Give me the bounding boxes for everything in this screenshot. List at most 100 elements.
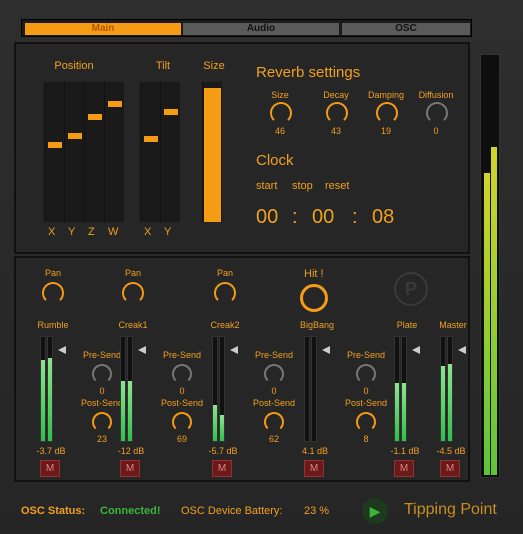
clock-sep-2: : [352,206,358,228]
pan-label: Pan [44,268,61,278]
mute-button[interactable]: M [304,460,324,477]
reverb-knob-label: Diffusion [418,90,454,100]
tab-osc[interactable]: OSC [342,23,470,35]
reverb-knob-label: Decay [323,90,349,100]
slider-thumb[interactable] [108,100,122,107]
tilt-axis-label: Y [164,226,172,238]
clock-start-button[interactable]: start [256,180,277,192]
reverb-knob-damping[interactable] [376,102,398,124]
clock-stop-button[interactable]: stop [292,180,313,192]
pre-send-knob[interactable] [172,364,192,384]
position-slider-y[interactable] [64,82,84,222]
post-send-value: 8 [363,434,369,444]
pre-send-knob[interactable] [264,364,284,384]
pan-knob[interactable] [214,282,236,304]
speaker-icon[interactable]: ▶ [362,498,388,524]
level-fill [220,415,224,441]
level-fill [213,404,217,441]
size-title: Size [203,60,225,72]
fader-handle[interactable] [230,346,238,354]
level-meter [447,336,453,442]
level-meter [212,336,218,442]
clock-reset-button[interactable]: reset [325,180,349,192]
level-meter [401,336,407,442]
tab-main[interactable]: Main [25,23,181,35]
fader-handle[interactable] [138,346,146,354]
pre-send-value: 0 [363,386,369,396]
post-send-knob[interactable] [92,412,112,432]
position-axis-label: Z [88,226,95,238]
level-meter [127,336,133,442]
position-axis-label: W [108,226,119,238]
channel-db-readout: -5.7 dB [208,446,238,456]
post-send-knob[interactable] [356,412,376,432]
reverb-knob-label: Size [271,90,289,100]
level-meter [219,336,225,442]
level-fill [41,359,45,441]
pan-label: Pan [216,268,233,278]
level-meter [120,336,126,442]
level-fill [448,364,452,441]
pre-send-knob[interactable] [92,364,112,384]
mute-button[interactable]: M [394,460,414,477]
fader-handle[interactable] [58,346,66,354]
reverb-title: Reverb settings [256,64,361,81]
mute-button[interactable]: M [440,460,460,477]
channel-name: Creak1 [118,320,148,330]
osc-status-value: Connected! [100,505,161,517]
position-slider-z[interactable] [84,82,104,222]
tab-audio[interactable]: Audio [183,23,339,35]
level-meter [394,336,400,442]
position-slider-x[interactable] [44,82,64,222]
tilt-slider-y[interactable] [160,82,180,222]
reverb-knob-size[interactable] [270,102,292,124]
pan-knob[interactable] [42,282,64,304]
slider-thumb[interactable] [144,135,158,142]
pan-knob[interactable] [122,282,144,304]
reverb-knob-value: 0 [433,126,439,136]
pre-send-value: 0 [271,386,277,396]
clock-hours: 00 [256,206,279,228]
position-slider-w[interactable] [104,82,124,222]
hit-button[interactable] [300,284,328,312]
tilt-slider-x[interactable] [140,82,160,222]
post-send-label: Post-Send [160,398,204,408]
clock-seconds: 08 [372,206,395,228]
post-send-label: Post-Send [344,398,388,408]
level-fill [48,357,52,441]
fader-handle[interactable] [412,346,420,354]
level-meter [304,336,310,442]
reverb-knob-value: 19 [380,126,391,136]
post-send-knob[interactable] [264,412,284,432]
slider-thumb[interactable] [48,142,62,149]
mute-button[interactable]: M [212,460,232,477]
mute-button[interactable]: M [40,460,60,477]
pre-send-label: Pre-Send [162,350,202,360]
slider-thumb[interactable] [68,132,82,139]
level-fill [395,382,399,441]
battery-value: 23 % [304,505,330,517]
position-axis-label: Y [68,226,76,238]
slider-thumb[interactable] [88,114,102,121]
fader-handle[interactable] [458,346,466,354]
pre-send-knob[interactable] [356,364,376,384]
post-send-value: 62 [268,434,279,444]
channel-name: Master [439,320,467,330]
app-window: Main Audio OSC Position XYZW Tilt XY Siz… [0,0,523,534]
mute-button[interactable]: M [120,460,140,477]
reverb-knob-decay[interactable] [326,102,348,124]
output-meter-bar [484,172,490,475]
output-meter-bar [491,147,497,475]
level-meter [40,336,46,442]
slider-thumb[interactable] [164,108,178,115]
mixer-panel: Pan Rumble Pre-Send 0 Post-Send 23 -3.7 dB M Pan… [14,256,470,482]
clock-title: Clock [256,152,294,169]
post-send-knob[interactable] [172,412,192,432]
pre-send-value: 0 [179,386,185,396]
fader-handle[interactable] [322,346,330,354]
pan-label: Pan [124,268,141,278]
reverb-knob-diffusion[interactable] [426,102,448,124]
channel-db-readout: -12 dB [117,446,145,456]
size-slider[interactable] [202,82,222,222]
tab-bar: Main Audio OSC [21,19,472,37]
